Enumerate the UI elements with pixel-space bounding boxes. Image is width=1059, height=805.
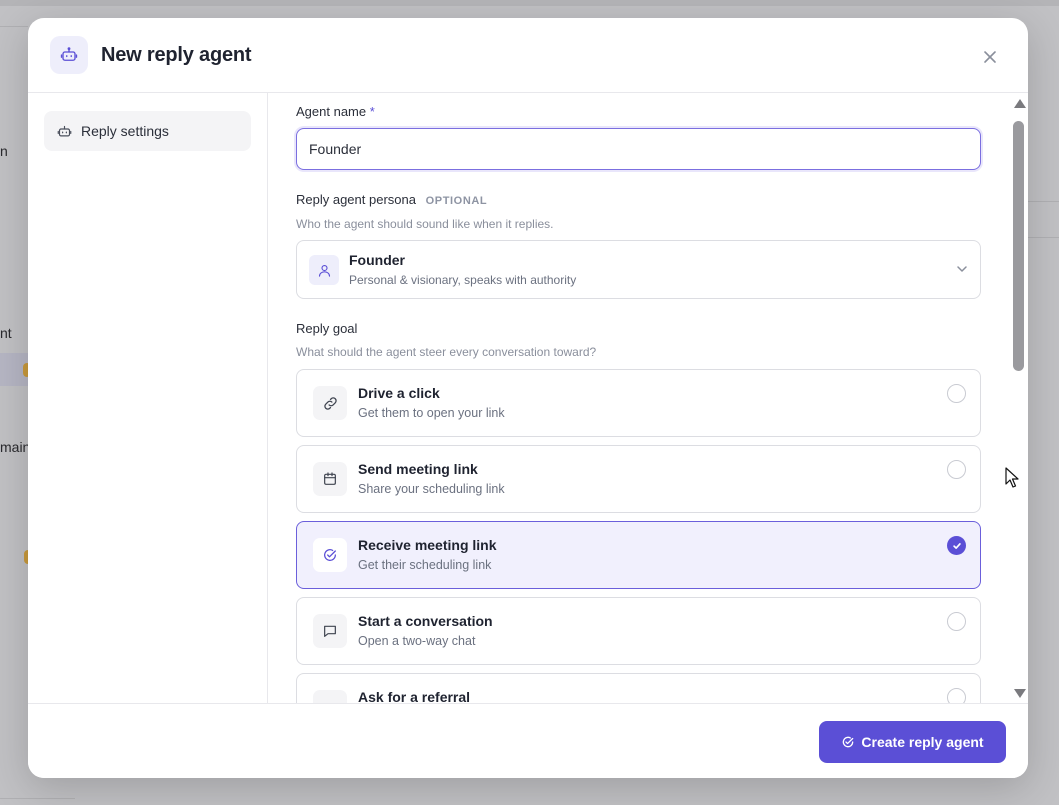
goal-option-title: Ask for a referral [358,689,471,703]
goal-option-title: Drive a click [358,385,440,401]
user-icon [309,255,339,285]
background-divider [1028,201,1059,202]
goal-option-start-a-conversation[interactable]: Start a conversation Open a two-way chat [296,597,981,665]
optional-tag: OPTIONAL [425,195,488,207]
goal-option-ask-for-a-referral[interactable]: Ask for a referral [296,673,981,703]
goal-option-receive-meeting-link[interactable]: Receive meeting link Get their schedulin… [296,521,981,589]
goal-radio-checked[interactable] [947,536,966,555]
persona-helper-text: Who the agent should sound like when it … [296,217,554,231]
close-button[interactable] [978,45,1002,69]
calendar-icon [313,462,347,496]
persona-selected-desc: Personal & visionary, speaks with author… [349,273,577,287]
sidebar-item-label: Reply settings [81,123,169,139]
goal-option-desc: Open a two-way chat [358,634,476,648]
required-mark: * [369,104,375,119]
persona-selected-name: Founder [349,252,405,268]
modal-sidebar: Reply settings [28,93,268,703]
background-topbar [0,0,1059,6]
background-text-fragment: main [0,439,31,455]
robot-icon [50,36,88,74]
goal-option-send-meeting-link[interactable]: Send meeting link Share your scheduling … [296,445,981,513]
goal-option-title: Send meeting link [358,461,478,477]
goal-option-desc: Get their scheduling link [358,558,492,572]
robot-icon [57,125,72,136]
background-divider [1028,237,1059,238]
check-circle-icon [313,538,347,572]
new-reply-agent-modal: New reply agent Reply settings Agent nam… [28,18,1028,778]
sidebar-item-reply-settings[interactable]: Reply settings [44,111,251,151]
check-icon [952,542,961,549]
background-divider [0,26,28,27]
users-icon [313,690,347,703]
check-circle-icon [843,736,854,748]
agent-name-label-text: Agent name [296,104,367,119]
goal-radio[interactable] [947,612,966,631]
link-icon [313,386,347,420]
goal-helper-text: What should the agent steer every conver… [296,345,597,359]
goal-option-desc: Get them to open your link [358,406,505,420]
persona-select[interactable]: Founder Personal & visionary, speaks wit… [296,240,981,299]
goal-radio[interactable] [947,460,966,479]
scroll-down-arrow-icon[interactable] [1014,689,1026,698]
create-button-label: Create reply agent [861,734,984,750]
modal-header: New reply agent [28,18,1028,93]
modal-content[interactable]: Agent name * Reply agent persona OPTIONA… [268,93,1028,703]
persona-label-text: Reply agent persona [296,192,416,207]
goal-radio[interactable] [947,384,966,403]
scroll-up-arrow-icon[interactable] [1014,99,1026,108]
content-scrollbar[interactable] [1010,93,1028,703]
goal-option-drive-a-click[interactable]: Drive a click Get them to open your link [296,369,981,437]
agent-name-input[interactable] [296,128,981,170]
chat-icon [313,614,347,648]
modal-title: New reply agent [101,44,252,66]
background-text-fragment: n [0,143,8,159]
goal-option-title: Start a conversation [358,613,493,629]
mouse-cursor-icon [1005,467,1019,488]
background-text-fragment: nt [0,325,12,341]
background-divider [0,798,75,799]
persona-label: Reply agent persona OPTIONAL [296,192,487,207]
scrollbar-thumb[interactable] [1013,121,1024,371]
chevron-down-icon [957,266,967,272]
create-reply-agent-button[interactable]: Create reply agent [819,721,1006,763]
goal-option-desc: Share your scheduling link [358,482,505,496]
goal-label: Reply goal [296,321,358,336]
goal-option-title: Receive meeting link [358,537,497,553]
goal-radio[interactable] [947,688,966,703]
close-icon [984,51,996,63]
modal-footer: Create reply agent [28,703,1028,778]
agent-name-label: Agent name * [296,104,375,119]
